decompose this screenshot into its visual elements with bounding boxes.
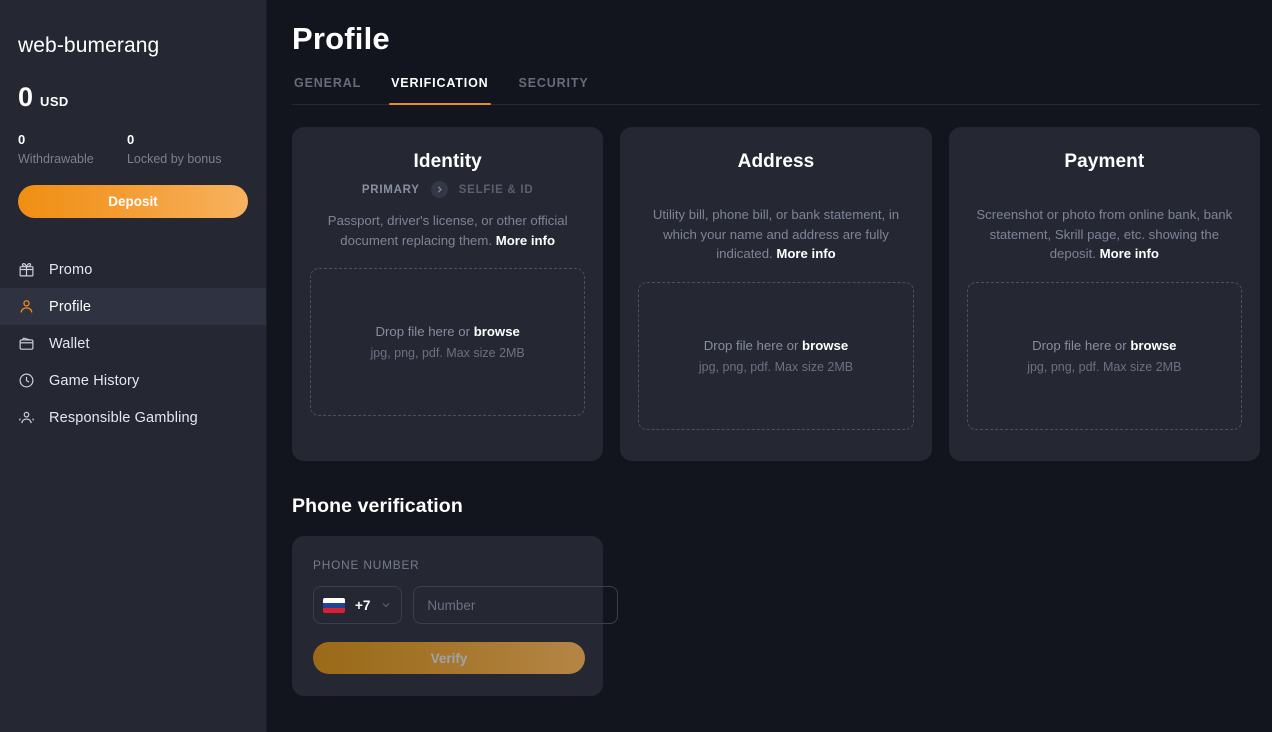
sidebar-item-wallet[interactable]: Wallet (0, 325, 266, 362)
card-identity: Identity PRIMARY SELFIE & ID Passport, d… (292, 127, 603, 461)
deposit-button[interactable]: Deposit (18, 185, 248, 218)
withdrawable-value: 0 (18, 133, 127, 147)
browse-link-identity[interactable]: browse (474, 324, 520, 339)
sidebar-item-label-responsible-gambling: Responsible Gambling (49, 410, 198, 426)
locked-bonus-label: Locked by bonus (127, 152, 248, 166)
phone-verification-card: PHONE NUMBER +7 (292, 536, 603, 696)
card-payment: Payment Screenshot or photo from online … (949, 127, 1260, 461)
balance-currency: USD (40, 94, 69, 109)
sidebar: web-bumerang 0 USD 0 Withdrawable 0 Lock… (0, 0, 267, 732)
tab-verification[interactable]: VERIFICATION (389, 76, 490, 104)
russia-flag-icon (323, 598, 345, 613)
phone-number-label: PHONE NUMBER (313, 558, 585, 572)
chevron-right-icon[interactable] (431, 181, 448, 198)
card-desc-payment: Screenshot or photo from online bank, ba… (967, 205, 1242, 264)
profile-tabs: GENERAL VERIFICATION SECURITY (292, 76, 1260, 105)
dropzone-payment[interactable]: Drop file here or browse jpg, png, pdf. … (967, 282, 1242, 430)
locked-bonus-value: 0 (127, 133, 248, 147)
balance-amount: 0 (18, 84, 33, 111)
phone-input-row: +7 (313, 586, 585, 624)
main-inner: Profile GENERAL VERIFICATION SECURITY Id… (267, 22, 1272, 696)
sidebar-item-label-game-history: Game History (49, 373, 139, 389)
withdrawable-block: 0 Withdrawable (18, 133, 127, 166)
country-code-select[interactable]: +7 (313, 586, 402, 624)
sidebar-nav: Promo Profile Wallet (0, 251, 266, 436)
browse-link-address[interactable]: browse (802, 338, 848, 353)
dropzone-identity[interactable]: Drop file here or browse jpg, png, pdf. … (310, 268, 585, 416)
dropzone-payment-text: Drop file here or (1032, 338, 1127, 353)
verification-cards: Identity PRIMARY SELFIE & ID Passport, d… (292, 127, 1260, 461)
more-info-link-payment[interactable]: More info (1100, 246, 1159, 261)
main-content: Profile GENERAL VERIFICATION SECURITY Id… (267, 0, 1272, 732)
tab-security[interactable]: SECURITY (517, 76, 591, 104)
card-title-address: Address (638, 151, 913, 173)
tab-general[interactable]: GENERAL (292, 76, 363, 104)
balance-breakdown: 0 Withdrawable 0 Locked by bonus (18, 133, 248, 166)
chevron-down-icon (380, 599, 392, 611)
sidebar-item-label-profile: Profile (49, 299, 91, 315)
more-info-link-identity[interactable]: More info (496, 233, 555, 248)
card-desc-address: Utility bill, phone bill, or bank statem… (638, 205, 913, 264)
dropzone-address-main: Drop file here or browse (704, 338, 848, 353)
browse-link-payment[interactable]: browse (1130, 338, 1176, 353)
wallet-icon (17, 334, 36, 353)
dropzone-identity-main: Drop file here or browse (375, 324, 519, 339)
identity-steps: PRIMARY SELFIE & ID (310, 181, 585, 198)
verify-button[interactable]: Verify (313, 642, 585, 674)
dropzone-address[interactable]: Drop file here or browse jpg, png, pdf. … (638, 282, 913, 430)
balance-block: 0 USD 0 Withdrawable 0 Locked by bonus (0, 58, 266, 166)
step-selfie-id-label: SELFIE & ID (459, 184, 534, 196)
dropzone-address-text: Drop file here or (704, 338, 799, 353)
sidebar-item-responsible-gambling[interactable]: Responsible Gambling (0, 399, 266, 436)
dropzone-identity-hint: jpg, png, pdf. Max size 2MB (371, 346, 525, 360)
balance-main: 0 USD (18, 84, 248, 111)
app-root: web-bumerang 0 USD 0 Withdrawable 0 Lock… (0, 0, 1272, 732)
more-info-link-address[interactable]: More info (776, 246, 835, 261)
sidebar-item-label-promo: Promo (49, 262, 92, 278)
card-desc-identity: Passport, driver's license, or other off… (310, 211, 585, 250)
phone-number-input[interactable] (413, 586, 618, 624)
clock-icon (17, 371, 36, 390)
user-icon (17, 297, 36, 316)
brand-title: web-bumerang (0, 0, 266, 58)
sidebar-item-profile[interactable]: Profile (0, 288, 266, 325)
withdrawable-label: Withdrawable (18, 152, 127, 166)
card-title-identity: Identity (310, 151, 585, 173)
sidebar-item-game-history[interactable]: Game History (0, 362, 266, 399)
dropzone-address-hint: jpg, png, pdf. Max size 2MB (699, 360, 853, 374)
dropzone-payment-main: Drop file here or browse (1032, 338, 1176, 353)
card-address: Address Utility bill, phone bill, or ban… (620, 127, 931, 461)
card-title-payment: Payment (967, 151, 1242, 173)
responsible-gambling-icon (17, 408, 36, 427)
dropzone-payment-hint: jpg, png, pdf. Max size 2MB (1027, 360, 1181, 374)
sidebar-item-promo[interactable]: Promo (0, 251, 266, 288)
phone-verification-title: Phone verification (292, 495, 1260, 518)
page-title: Profile (292, 22, 1260, 56)
step-primary-label: PRIMARY (362, 184, 420, 196)
dropzone-identity-text: Drop file here or (375, 324, 470, 339)
dial-code-value: +7 (355, 598, 370, 613)
locked-bonus-block: 0 Locked by bonus (127, 133, 248, 166)
sidebar-item-label-wallet: Wallet (49, 336, 90, 352)
gift-icon (17, 260, 36, 279)
